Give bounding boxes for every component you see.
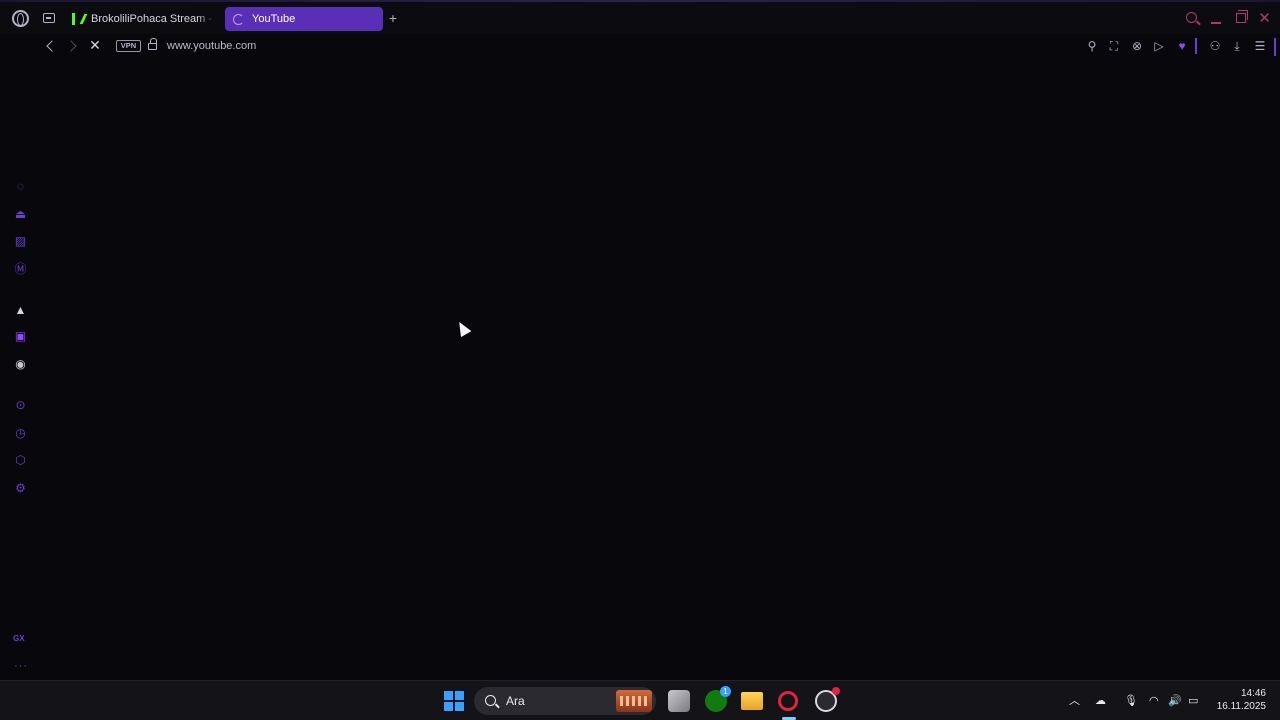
tab-youtube[interactable]: YouTube [225,7,383,31]
address-bar: ✕ VPN www.youtube.com ⚲ ⛶ ⊗ ▷ ♥ ⚇ ⤓ ☰ [0,34,1280,60]
file-explorer-icon[interactable] [741,692,763,710]
tab-title: YouTube [252,13,296,25]
restore-button[interactable] [1236,10,1248,23]
tab-kick-stream[interactable]: BrokoliliPohaca Stream - \ [66,7,216,31]
show-hidden-icons-icon[interactable]: ︿ [1069,694,1080,708]
sidebar-edge-indicator [1274,38,1276,56]
battery-icon[interactable]: ▭ [1188,694,1198,708]
back-button[interactable] [46,40,58,52]
windows-logo-quad [444,702,453,711]
m-icon[interactable]: Ⓜ [13,262,28,277]
new-tab-button[interactable]: + [387,11,399,25]
kick-icon [72,13,83,25]
forward-button[interactable] [65,40,77,52]
microphone-icon[interactable]: 🎙 [1124,694,1138,708]
download-icon[interactable]: ⤓ [1230,39,1244,53]
loading-spinner-icon [233,13,244,25]
close-button[interactable]: ✕ [1258,11,1271,26]
stop-loading-button[interactable]: ✕ [88,38,102,52]
pin-icon[interactable]: ⚲ [1085,39,1099,53]
windows-taskbar: Ara ︿ ☁ 🎙 ◠ 🔊 ▭ 14:46 16.11.2025 [0,680,1280,720]
adblock-icon[interactable]: ⊗ [1130,39,1144,53]
more-icon[interactable]: ··· [14,660,28,672]
windows-logo-quad [455,702,464,711]
page-content[interactable] [42,62,1280,680]
tab-strip: BrokoliliPohaca Stream - \ YouTube + ✕ [0,0,1280,34]
search-tabs-icon[interactable] [1186,12,1197,23]
history-icon[interactable]: ◷ [13,426,28,441]
windows-logo-quad [455,691,464,700]
search-highlight-icon [616,690,652,712]
xbox-icon[interactable] [705,686,731,712]
tabbar-accent-line [0,0,1280,2]
task-view-icon[interactable] [668,690,690,712]
network-warning-icon[interactable]: ☁ [1095,694,1106,708]
search-icon [485,695,496,706]
search-placeholder: Ara [506,694,525,708]
gx-cleaner-icon[interactable]: ▨ [13,234,28,249]
clock-time: 14:46 [1240,688,1266,699]
discord-icon[interactable]: ◉ [13,357,28,372]
snapshot-icon[interactable]: ⛶ [1107,39,1121,53]
clock-date: 16.11.2025 [1216,701,1266,712]
sidebar: ◌ ⏏ ▨ Ⓜ ▲ ▣ ◉ ⊙ ◷ ⬡ ⚙ GX ··· [0,62,42,680]
gx-label[interactable]: GX [13,634,25,643]
wifi-icon[interactable]: ◠ [1149,694,1159,708]
settings-icon[interactable]: ⚙ [13,481,28,496]
arc-icon[interactable]: ▲ [13,303,28,318]
profile-icon[interactable]: ⚇ [1208,39,1222,53]
clock[interactable]: 14:46 16.11.2025 [1214,687,1266,713]
opera-gx-icon[interactable] [778,691,798,711]
opera-menu-icon[interactable] [12,10,29,27]
tab-title: BrokoliliPohaca Stream - \ [91,13,216,25]
volume-icon[interactable]: 🔊 [1168,694,1182,708]
vpn-badge[interactable]: VPN [116,40,141,52]
lock-icon[interactable] [148,38,157,50]
toolbar-divider [1195,38,1197,54]
heart-icon[interactable]: ♥ [1175,39,1189,53]
taskbar-search[interactable]: Ara [474,687,656,715]
windows-logo-quad [444,691,453,700]
menu-icon[interactable]: ☰ [1253,39,1267,53]
twitch-icon[interactable]: ▣ [13,329,28,344]
steam-icon[interactable] [815,687,840,712]
start-button[interactable] [444,691,464,711]
aria-icon[interactable]: ◌ [13,179,28,194]
player-icon[interactable]: ⊙ [13,398,28,413]
gx-corner-icon[interactable]: ⏏ [13,207,28,222]
tab-manager-icon[interactable] [43,13,55,23]
extensions-icon[interactable]: ⬡ [13,453,28,468]
minimize-button[interactable] [1211,22,1221,24]
url-field[interactable]: www.youtube.com [167,40,256,52]
player-icon[interactable]: ▷ [1152,39,1166,53]
